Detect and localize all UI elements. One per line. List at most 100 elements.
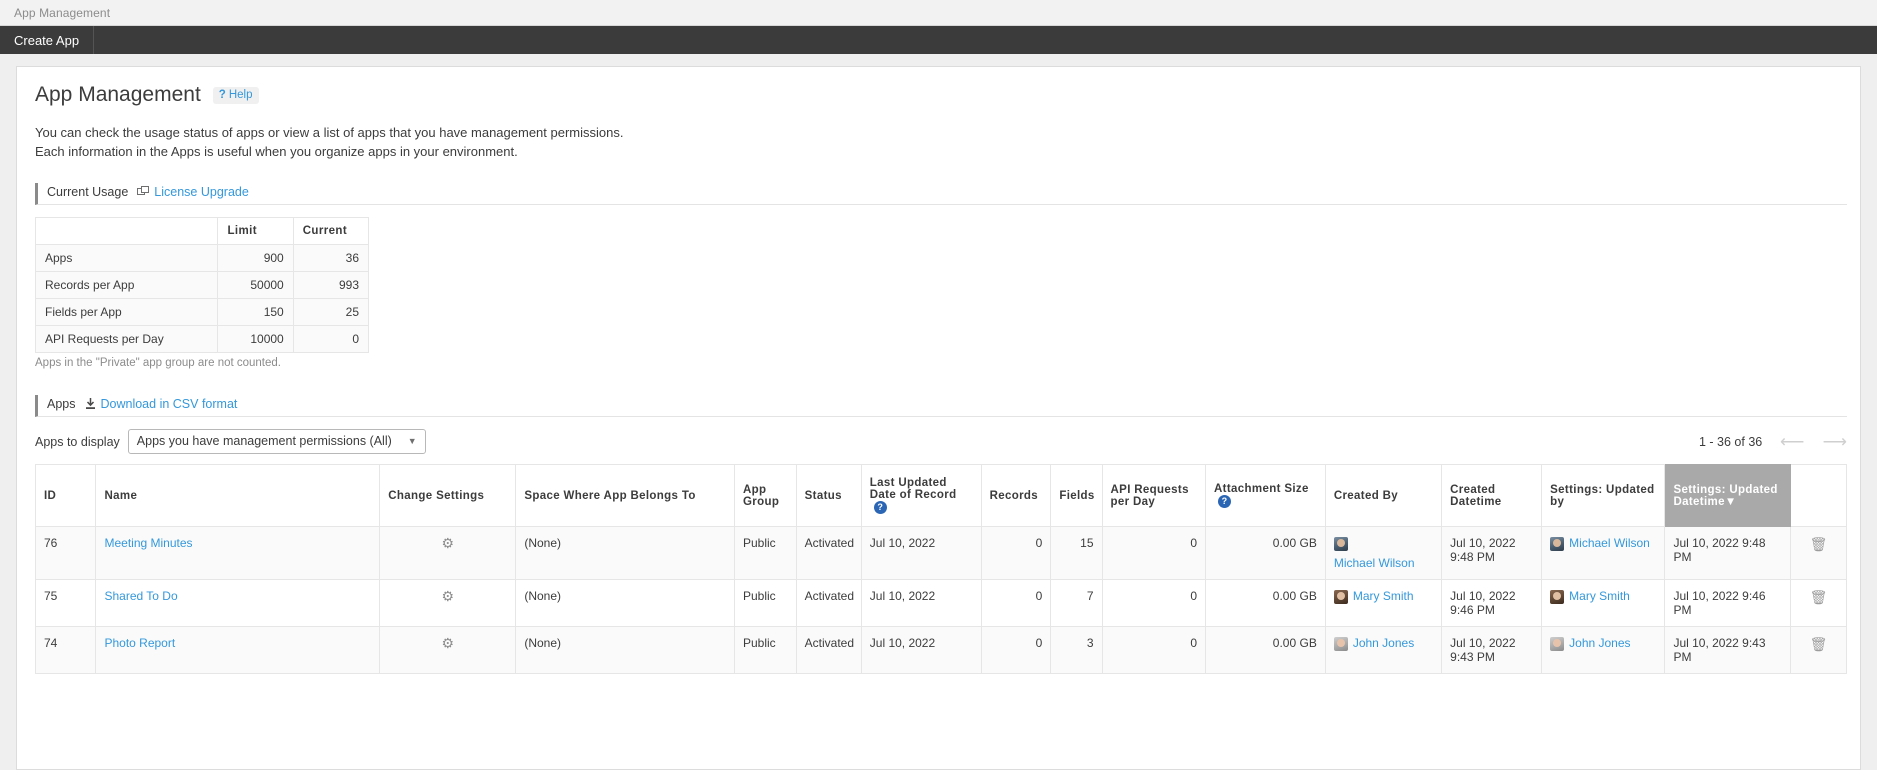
cell-fields: 15 <box>1050 526 1103 580</box>
app-name-link[interactable]: Meeting Minutes <box>104 536 192 550</box>
trash-icon[interactable]: 🗑 <box>1810 536 1828 552</box>
download-csv-link[interactable]: Download in CSV format <box>101 397 238 411</box>
apps-col-name[interactable]: Name <box>95 464 381 527</box>
cell-name: Shared To Do <box>95 579 381 627</box>
cell-status: Activated <box>795 579 862 627</box>
cell-name: Photo Report <box>95 626 381 674</box>
apps-col-updated-datetime[interactable]: Settings: Updated Datetime▼ <box>1664 464 1792 527</box>
apps-col-app-group[interactable]: App Group <box>734 464 797 527</box>
usage-row-label: Records per App <box>34 271 219 299</box>
create-app-button[interactable]: Create App <box>0 26 95 54</box>
table-row: 75 Shared To Do ⚙ (None) Public Activate… <box>34 579 1847 627</box>
apps-section-header: Apps Download in CSV format <box>35 395 1847 417</box>
table-row: 76 Meeting Minutes ⚙ (None) Public Activ… <box>34 526 1847 580</box>
cell-api-requests: 0 <box>1101 526 1207 580</box>
apps-col-attachment-size[interactable]: Attachment Size? <box>1205 464 1326 527</box>
cell-status: Activated <box>795 626 862 674</box>
user-link[interactable]: John Jones <box>1353 636 1414 650</box>
cell-app-group: Public <box>734 626 797 674</box>
apps-col-actions <box>1790 464 1847 527</box>
app-name-link[interactable]: Photo Report <box>104 636 175 650</box>
apps-col-status[interactable]: Status <box>795 464 862 527</box>
cell-id: 75 <box>34 579 97 627</box>
usage-header-row: Limit Current <box>34 217 370 245</box>
avatar <box>1550 637 1565 651</box>
sort-descending-icon: ▼ <box>1724 495 1737 508</box>
usage-row: Fields per App 150 25 <box>34 298 370 326</box>
help-button[interactable]: ? Help <box>212 86 260 104</box>
user-link[interactable]: John Jones <box>1569 636 1630 650</box>
main-navbar: Create App <box>0 26 1877 54</box>
user-link[interactable]: Mary Smith <box>1353 589 1414 603</box>
usage-row: API Requests per Day 10000 0 <box>34 325 370 353</box>
apps-col-api-requests[interactable]: API Requests per Day <box>1101 464 1207 527</box>
usage-row: Apps 900 36 <box>34 244 370 272</box>
cell-change-settings: ⚙ <box>379 526 517 580</box>
usage-row-current: 0 <box>292 325 370 353</box>
arrow-left-icon[interactable]: ⟶ <box>1780 432 1804 451</box>
cell-space: (None) <box>515 626 735 674</box>
cell-status: Activated <box>795 526 862 580</box>
apps-col-attachment-size-label: Attachment Size <box>1214 483 1309 495</box>
usage-row-current: 25 <box>292 298 370 326</box>
apps-col-id[interactable]: ID <box>34 464 97 527</box>
gear-icon[interactable]: ⚙ <box>442 589 455 603</box>
apps-toolbar: Apps to display Apps you have management… <box>35 429 1847 454</box>
content-card: App Management ? Help You can check the … <box>16 66 1861 770</box>
usage-row: Records per App 50000 993 <box>34 271 370 299</box>
usage-row-current: 36 <box>292 244 370 272</box>
cell-last-updated-record: Jul 10, 2022 <box>860 579 982 627</box>
cell-id: 76 <box>34 526 97 580</box>
pagination: 1 - 36 of 36 ⟶ ⟶ <box>1699 432 1847 451</box>
cell-name: Meeting Minutes <box>95 526 381 580</box>
apps-col-created-datetime[interactable]: Created Datetime <box>1441 464 1543 527</box>
apps-to-display-select[interactable]: Apps you have management permissions (Al… <box>127 429 426 454</box>
apps-col-records[interactable]: Records <box>980 464 1052 527</box>
apps-label: Apps <box>47 397 76 411</box>
cell-updated-datetime: Jul 10, 2022 9:48 PM <box>1664 526 1792 580</box>
cell-api-requests: 0 <box>1101 579 1207 627</box>
cell-app-group: Public <box>734 579 797 627</box>
cell-id: 74 <box>34 626 97 674</box>
apps-header-row: ID Name Change Settings Space Where App … <box>34 464 1847 527</box>
avatar <box>1333 590 1348 604</box>
app-name-link[interactable]: Shared To Do <box>104 589 177 603</box>
apps-col-last-updated-record[interactable]: Last Updated Date of Record? <box>860 464 982 527</box>
usage-col-blank <box>34 217 219 245</box>
usage-row-label: Apps <box>34 244 219 272</box>
apps-col-created-by[interactable]: Created By <box>1324 464 1443 527</box>
cell-created-datetime: Jul 10, 2022 9:43 PM <box>1441 626 1543 674</box>
cell-last-updated-record: Jul 10, 2022 <box>860 626 982 674</box>
apps-to-display-value: Apps you have management permissions (Al… <box>136 434 392 448</box>
gear-icon[interactable]: ⚙ <box>442 536 455 550</box>
apps-col-change-settings: Change Settings <box>379 464 517 527</box>
license-upgrade-link[interactable]: License Upgrade <box>154 185 249 199</box>
apps-col-updated-by[interactable]: Settings: Updated by <box>1541 464 1666 527</box>
apps-to-display-label: Apps to display <box>35 434 120 449</box>
cell-created-by: Mary Smith <box>1324 579 1443 627</box>
external-window-icon <box>137 186 150 198</box>
user-link[interactable]: Michael Wilson <box>1569 536 1650 550</box>
user-link[interactable]: Mary Smith <box>1569 589 1630 603</box>
help-tooltip-icon[interactable]: ? <box>873 501 887 514</box>
cell-updated-by: John Jones <box>1541 626 1666 674</box>
trash-icon[interactable]: 🗑 <box>1810 589 1828 605</box>
cell-attachment-size: 0.00 GB <box>1205 626 1326 674</box>
usage-row-limit: 10000 <box>217 325 294 353</box>
apps-col-space[interactable]: Space Where App Belongs To <box>515 464 735 527</box>
gear-icon[interactable]: ⚙ <box>442 636 455 650</box>
chevron-down-icon: ▼ <box>407 436 417 446</box>
apps-col-fields[interactable]: Fields <box>1050 464 1103 527</box>
cell-records: 0 <box>980 626 1052 674</box>
cell-created-by: Michael Wilson <box>1324 526 1443 580</box>
cell-fields: 3 <box>1050 626 1103 674</box>
arrow-right-icon[interactable]: ⟶ <box>1823 433 1847 450</box>
cell-records: 0 <box>980 579 1052 627</box>
avatar <box>1550 537 1565 551</box>
trash-icon[interactable]: 🗑 <box>1810 636 1828 652</box>
cell-attachment-size: 0.00 GB <box>1205 526 1326 580</box>
page-title: App Management <box>35 83 201 106</box>
user-link[interactable]: Michael Wilson <box>1334 556 1415 570</box>
cell-fields: 7 <box>1050 579 1103 627</box>
help-tooltip-icon[interactable]: ? <box>1218 495 1232 508</box>
